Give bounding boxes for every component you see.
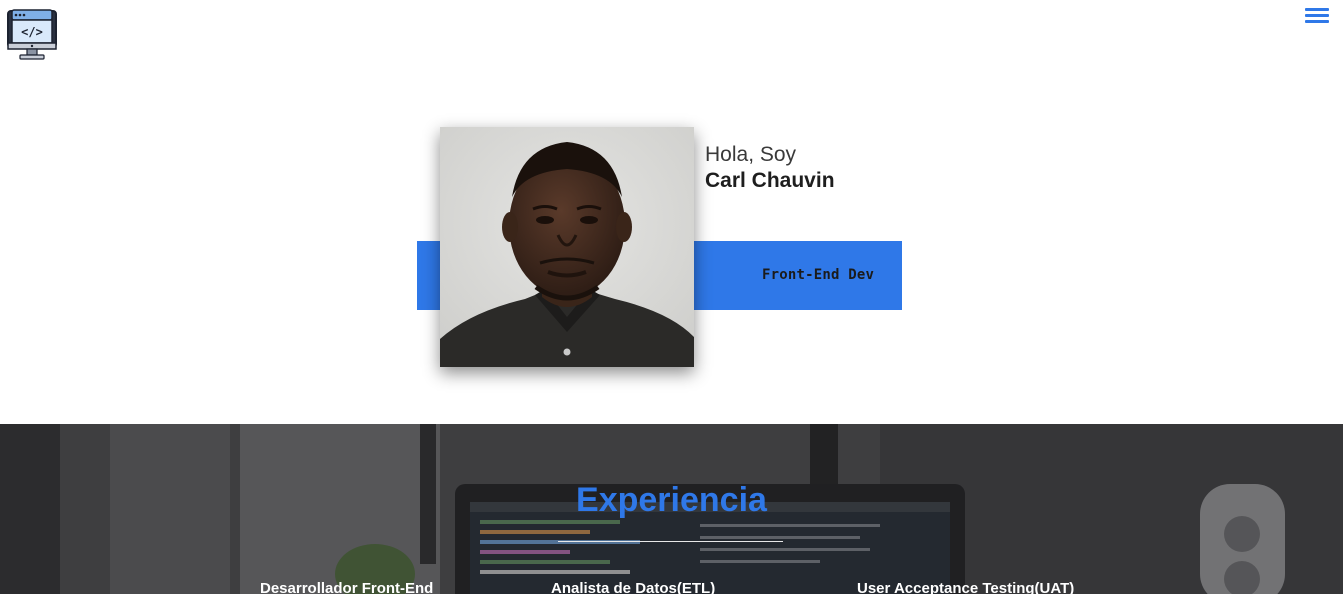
svg-text:</>: </> (21, 25, 43, 39)
logo-icon[interactable]: </> (7, 8, 57, 60)
greeting-text: Hola, Soy (705, 143, 797, 166)
title-divider (558, 541, 783, 542)
hamburger-menu-icon[interactable] (1305, 8, 1329, 26)
profile-name: Carl Chauvin (705, 169, 835, 192)
menu-bar (1305, 20, 1329, 23)
role-label: Front-End Dev (762, 267, 875, 283)
menu-bar (1305, 8, 1329, 11)
profile-photo (440, 127, 694, 367)
experience-title: Experiencia (576, 481, 767, 519)
experience-item-data-analyst: Analista de Datos(ETL) (551, 580, 716, 594)
menu-bar (1305, 14, 1329, 17)
experience-section: Experiencia Desarrollador Front-End Anal… (0, 424, 1343, 594)
experience-item-frontend: Desarrollador Front-End (260, 580, 434, 594)
experience-item-uat: User Acceptance Testing(UAT) (857, 580, 1075, 594)
